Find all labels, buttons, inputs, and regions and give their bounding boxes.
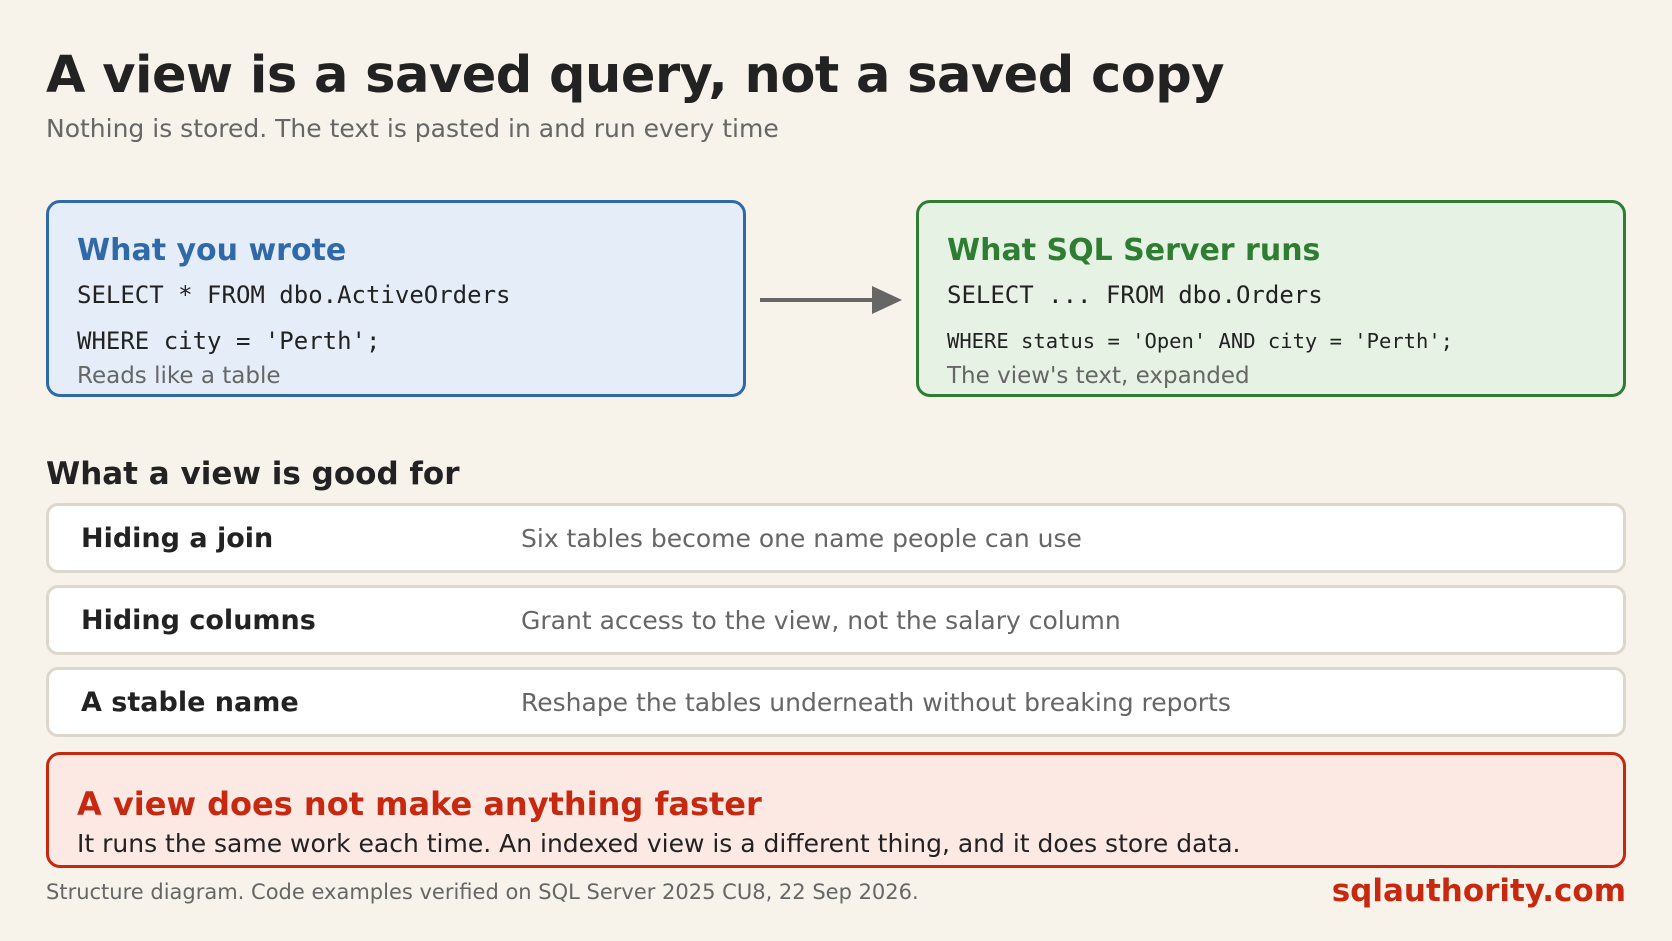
use-row: Hiding a join Six tables become one name… [46, 503, 1626, 573]
what-sql-server-runs-card: What SQL Server runs SELECT ... FROM dbo… [916, 200, 1626, 397]
what-you-wrote-title: What you wrote [77, 233, 347, 268]
page-subtitle: Nothing is stored. The text is pasted in… [46, 114, 779, 143]
warning-callout: A view does not make anything faster It … [46, 752, 1626, 868]
written-query-line-1: SELECT * FROM dbo.ActiveOrders [77, 281, 511, 309]
what-you-wrote-note: Reads like a table [77, 363, 281, 389]
use-label: A stable name [81, 687, 299, 718]
expanded-query-line-1: SELECT ... FROM dbo.Orders [947, 281, 1323, 309]
use-description: Reshape the tables underneath without br… [521, 688, 1231, 717]
footer-note: Structure diagram. Code examples verifie… [46, 880, 919, 904]
right-arrow-icon [760, 286, 902, 314]
written-query-line-2: WHERE city = 'Perth'; [77, 327, 381, 355]
use-row: A stable name Reshape the tables underne… [46, 667, 1626, 737]
page-title: A view is a saved query, not a saved cop… [46, 46, 1225, 105]
section-heading: What a view is good for [46, 456, 460, 492]
use-row: Hiding columns Grant access to the view,… [46, 585, 1626, 655]
what-sql-server-runs-note: The view's text, expanded [947, 363, 1250, 389]
expanded-query-line-2: WHERE status = 'Open' AND city = 'Perth'… [947, 329, 1454, 353]
use-description: Grant access to the view, not the salary… [521, 606, 1121, 635]
what-you-wrote-card: What you wrote SELECT * FROM dbo.ActiveO… [46, 200, 746, 397]
brand-link[interactable]: sqlauthority.com [1332, 873, 1626, 909]
use-label: Hiding columns [81, 605, 316, 636]
what-sql-server-runs-title: What SQL Server runs [947, 233, 1321, 268]
warning-title: A view does not make anything faster [77, 785, 762, 823]
use-label: Hiding a join [81, 523, 274, 554]
use-description: Six tables become one name people can us… [521, 524, 1082, 553]
warning-text: It runs the same work each time. An inde… [77, 829, 1241, 858]
